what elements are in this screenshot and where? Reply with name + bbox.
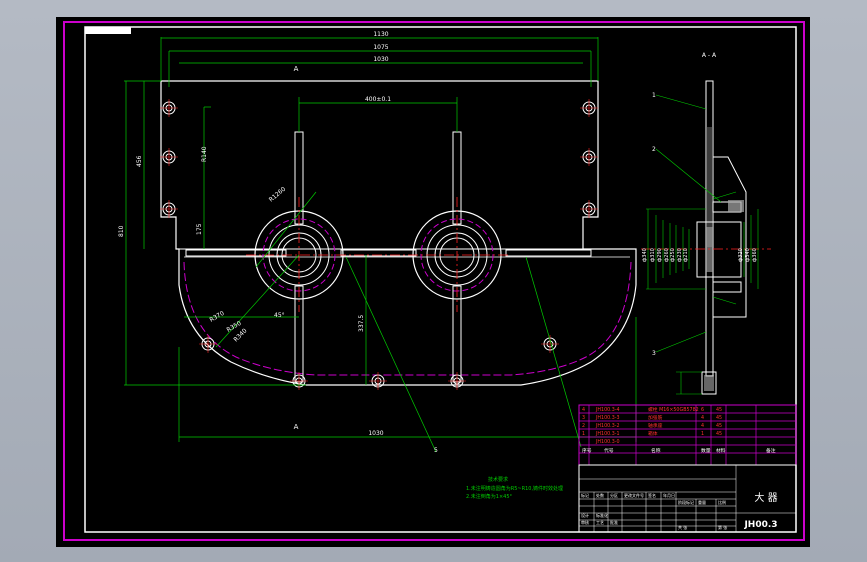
parts-cell: 4: [701, 423, 704, 429]
parts-cell: 加强筋: [648, 414, 663, 421]
parts-cell: 45: [716, 407, 722, 413]
front-view: A A 1130 1075 1030 400±0.1 1030 810 456 …: [118, 31, 637, 454]
title-block-label: 标准化: [596, 512, 608, 518]
drawing-title: 大 器: [754, 491, 777, 504]
title-block: 大 器 JH00.3 标记 处数 分区 更改文件号 签名 年月日设计 标准化 阶段标记 重量 比例…: [578, 464, 797, 533]
parts-cell: 4: [582, 407, 585, 413]
parts-cell: 6: [701, 407, 704, 413]
tech-requirements: 技术要求 1.未注明铸造圆角为R5~R10,铸件时效处理 2.未注倒角为1×45…: [466, 476, 563, 500]
title-block-label: 第 张: [718, 524, 727, 530]
dim-text-456: 456: [136, 155, 143, 167]
parts-cell: 45: [716, 415, 722, 421]
section-view: A - A ф340 ф310 ф290 ф260 ф250 ф230 ф210…: [641, 52, 771, 395]
parts-header: 名称: [651, 447, 661, 454]
title-block-label: 阶段标记: [678, 499, 694, 505]
callout-1: 1: [652, 92, 656, 99]
parts-cell: JH100.3-2: [595, 423, 620, 429]
title-block-label: 比例: [718, 499, 726, 505]
parts-cell: JH100.3-4: [595, 407, 620, 413]
title-block-label: 分区: [610, 492, 618, 498]
title-block-label: 工艺: [596, 520, 604, 525]
parts-cell: 45: [716, 431, 722, 437]
cad-viewport[interactable]: A A 1130 1075 1030 400±0.1 1030 810 456 …: [56, 17, 810, 547]
parts-cell: 4: [701, 415, 704, 421]
title-block-label: 更改文件号: [624, 492, 644, 498]
dim-text-175: 175: [196, 223, 203, 235]
corner-mark: [85, 27, 131, 34]
dim-text-angle: 45°: [274, 312, 285, 319]
parts-cell: 45: [716, 423, 722, 429]
leader-5: [345, 256, 437, 453]
side-dim-text: ф290: [657, 248, 663, 262]
title-block-label: 标记: [581, 492, 589, 498]
side-dim-text: ф250: [670, 248, 676, 262]
dim-text-r370: R370: [209, 310, 226, 324]
parts-cell: JH100.3-1: [595, 431, 620, 437]
side-dim-text: ф340: [642, 248, 648, 262]
parts-cell: 2: [582, 423, 585, 429]
tech-title: 技术要求: [488, 476, 508, 483]
side-dim-text: ф210: [683, 248, 689, 262]
leader-3: [655, 331, 707, 353]
rib-right-h: [505, 249, 592, 257]
title-block-label: 处数: [596, 492, 604, 498]
dim-text-r140: R140: [201, 146, 208, 162]
parts-cell: 1: [701, 431, 704, 437]
side-dim-text-right: ф340: [745, 248, 751, 262]
parts-cell: 3: [582, 415, 585, 421]
section-mark-top: A: [294, 65, 299, 73]
section-label: A - A: [702, 52, 717, 59]
title-block-label: 年月日: [663, 492, 675, 498]
dim-text-r1260: R1260: [268, 186, 288, 204]
parts-header: 代号: [604, 447, 614, 454]
side-dim-text-right: ф320: [738, 248, 744, 262]
leader-1: [655, 94, 707, 110]
dim-text-1030: 1030: [373, 56, 388, 63]
dim-text-1130: 1130: [373, 31, 388, 38]
title-block-label: 重量: [698, 499, 706, 505]
tech-line-1: 1.未注明铸造圆角为R5~R10,铸件时效处理: [466, 485, 563, 492]
parts-header: 材料: [716, 447, 726, 454]
title-block-label: 审核: [581, 519, 589, 525]
parts-table: 4 JH100.3-4 螺栓 M16×50GB5782 6 45 3 JH100.3-3 加强…: [578, 404, 797, 466]
title-block-label: 设计: [581, 512, 589, 518]
callout-5: 5: [434, 447, 438, 454]
dim-text-400: 400±0.1: [365, 96, 391, 103]
bearing-bore: [696, 221, 742, 278]
title-block-label: 签名: [648, 492, 656, 498]
parts-header: 数量: [701, 447, 711, 454]
dim-text-bottom: 1030: [368, 430, 383, 437]
parts-header: 序号: [582, 447, 592, 454]
parts-header: 备注: [766, 447, 776, 454]
section-mark-bottom: A: [294, 423, 299, 431]
title-block-label: 批准: [610, 519, 618, 525]
drawing-number: JH00.3: [743, 520, 777, 530]
side-dim-text: ф310: [650, 248, 656, 262]
dim-text-810: 810: [118, 225, 125, 237]
parts-cell: 轴承座: [648, 422, 663, 429]
cad-drawing: A A 1130 1075 1030 400±0.1 1030 810 456 …: [63, 21, 805, 541]
hidden-arc: [183, 261, 632, 376]
dim-text-337: 337.5: [358, 315, 365, 332]
parts-cell: 1: [582, 431, 585, 437]
bearing-cap-bottom: [712, 281, 742, 293]
side-dim-text-right: ф360: [752, 248, 758, 262]
parts-cell: JH100.3-0: [595, 439, 620, 445]
title-block-label: 共 张: [678, 524, 687, 530]
parts-cell: 箱体: [648, 430, 658, 437]
parts-cell: 螺栓 M16×50GB5782: [648, 406, 699, 413]
tech-line-2: 2.未注倒角为1×45°: [466, 493, 513, 500]
parts-cell: JH100.3-3: [595, 415, 620, 421]
dim-text-1075: 1075: [373, 44, 388, 51]
outer-frame: [63, 21, 805, 541]
callout-2: 2: [652, 146, 656, 153]
callout-3: 3: [652, 350, 656, 357]
